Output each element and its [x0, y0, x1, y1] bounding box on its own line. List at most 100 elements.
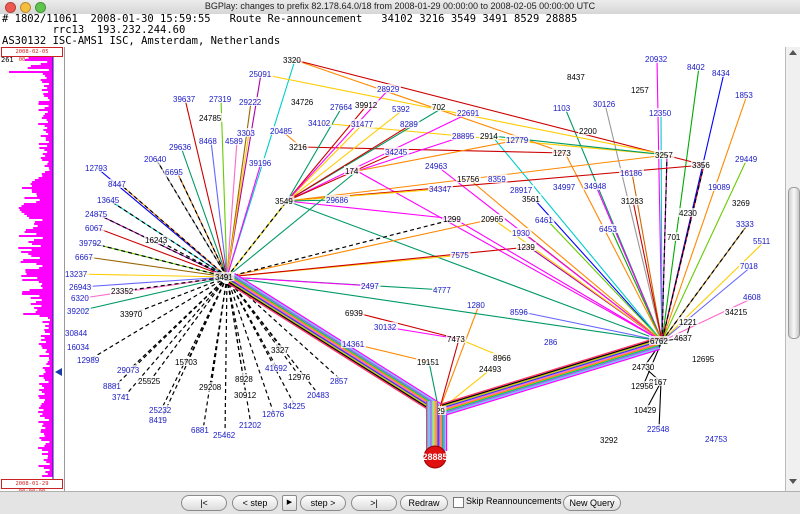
redraw-button[interactable]: Redraw: [400, 495, 448, 511]
as-node-label[interactable]: 28917: [510, 186, 533, 195]
as-node-label[interactable]: 4637: [674, 334, 692, 343]
as-node-label[interactable]: 5511: [753, 237, 771, 246]
as-node-label[interactable]: 3257: [655, 151, 673, 160]
as-node-label[interactable]: 24785: [199, 114, 222, 123]
timeline-panel[interactable]: 2008-02-05 00:00:00 261 2008-01-29 00:00…: [0, 47, 65, 495]
as-node-label[interactable]: 24753: [705, 435, 728, 444]
as-node-label[interactable]: 10429: [634, 406, 657, 415]
timeline-position-marker[interactable]: [55, 368, 62, 376]
as-node-label[interactable]: 3561: [522, 195, 540, 204]
as-node-label[interactable]: 34948: [584, 182, 607, 191]
as-node-label[interactable]: 8434: [712, 69, 730, 78]
scroll-thumb[interactable]: [788, 187, 800, 339]
as-node-label[interactable]: 27664: [330, 103, 353, 112]
as-node-label[interactable]: 6461: [535, 216, 553, 225]
as-node-label[interactable]: 6320: [71, 294, 89, 303]
as-node-label[interactable]: 26943: [69, 283, 92, 292]
as-node-label[interactable]: 3741: [112, 393, 130, 402]
as-node-label[interactable]: 4589: [225, 137, 243, 146]
as-node-label[interactable]: 33970: [120, 310, 143, 319]
as-node-label[interactable]: 34215: [725, 308, 748, 317]
as-node-label[interactable]: 1221: [679, 318, 697, 327]
as-node-label[interactable]: 29222: [239, 98, 262, 107]
as-node-label[interactable]: 6939: [345, 309, 363, 318]
as-node-label[interactable]: 19089: [708, 183, 731, 192]
as-node-label[interactable]: 6695: [165, 168, 183, 177]
as-node-label[interactable]: 29636: [169, 143, 192, 152]
as-node-label[interactable]: 12976: [288, 373, 311, 382]
as-node-label[interactable]: 39792: [79, 239, 102, 248]
as-node-label[interactable]: 27319: [209, 95, 232, 104]
as-node-label[interactable]: 3320: [283, 56, 301, 65]
as-node-label[interactable]: 16034: [67, 343, 90, 352]
as-node-label[interactable]: 6881: [191, 426, 209, 435]
as-node-label[interactable]: 1273: [553, 149, 571, 158]
last-event-button[interactable]: >|: [351, 495, 397, 511]
as-node-label[interactable]: 6453: [599, 225, 617, 234]
as-node-label[interactable]: 8419: [149, 416, 167, 425]
as-node-label[interactable]: 24963: [425, 162, 448, 171]
as-node-label[interactable]: 23352: [111, 287, 134, 296]
as-node-label[interactable]: 8596: [510, 308, 528, 317]
as-node-label[interactable]: 286: [544, 338, 558, 347]
play-button[interactable]: ▶: [282, 495, 297, 511]
as-node-label[interactable]: 12793: [85, 164, 108, 173]
as-node-label[interactable]: 5392: [392, 105, 410, 114]
as-node-label[interactable]: 25232: [149, 406, 172, 415]
next-step-button[interactable]: step >: [300, 495, 346, 511]
as-node-label[interactable]: 1299: [443, 215, 461, 224]
as-node-label[interactable]: 34102: [308, 119, 331, 128]
as-node-label[interactable]: 8928: [235, 375, 253, 384]
as-graph-canvas[interactable]: 3320 25091 28929 39912 34726 27664 5392 702 2269…: [65, 47, 785, 491]
as-node-label[interactable]: 15756: [457, 175, 480, 184]
as-node-label[interactable]: 2497: [361, 282, 379, 291]
as-node-label[interactable]: 34347: [429, 185, 452, 194]
as-node-label[interactable]: 22548: [647, 425, 670, 434]
as-node-label[interactable]: 8359: [488, 175, 506, 184]
graph-scrollbar[interactable]: [785, 47, 800, 491]
as-node-label[interactable]: 31283: [621, 197, 644, 206]
as-node-label[interactable]: 2857: [330, 377, 348, 386]
as-node-label[interactable]: 8402: [687, 63, 705, 72]
as-node-label[interactable]: 30132: [374, 323, 397, 332]
as-node-label[interactable]: 13237: [65, 270, 88, 279]
as-node-label[interactable]: 8437: [567, 73, 585, 82]
as-node-label[interactable]: 3549: [275, 197, 293, 206]
as-node-label[interactable]: 3292: [600, 436, 618, 445]
as-node-label[interactable]: 34726: [291, 98, 314, 107]
as-node-label[interactable]: 1930: [512, 229, 530, 238]
as-node-label[interactable]: 8966: [493, 354, 511, 363]
as-node-label[interactable]: 3491: [215, 273, 233, 282]
as-path-graph[interactable]: 3320 25091 28929 39912 34726 27664 5392 702 2269…: [65, 47, 785, 491]
as-node-label[interactable]: 7473: [447, 335, 465, 344]
as-node-label[interactable]: 29073: [117, 366, 140, 375]
scroll-up-arrow[interactable]: [789, 50, 797, 55]
as-node-label[interactable]: 39637: [173, 95, 196, 104]
as-node-label[interactable]: 12695: [692, 355, 715, 364]
as-node-label[interactable]: 3327: [271, 346, 289, 355]
as-node-label[interactable]: 41692: [265, 364, 288, 373]
as-node-label[interactable]: 31477: [351, 120, 374, 129]
as-node-label[interactable]: 4608: [743, 293, 761, 302]
as-node-label[interactable]: 16186: [620, 169, 643, 178]
as-node-label[interactable]: 1103: [553, 104, 571, 113]
as-node-label[interactable]: 39912: [355, 101, 378, 110]
as-node-label[interactable]: 6667: [75, 253, 93, 262]
as-node-label[interactable]: 34225: [283, 402, 306, 411]
as-node-label[interactable]: 3216: [289, 143, 307, 152]
as-node-label[interactable]: 2914: [480, 132, 498, 141]
as-node-label[interactable]: 1853: [735, 91, 753, 100]
as-node-label[interactable]: 1280: [467, 301, 485, 310]
as-node-label[interactable]: 2200: [579, 127, 597, 136]
as-node-label[interactable]: 16243: [145, 236, 168, 245]
as-node-label[interactable]: 21202: [239, 421, 262, 430]
as-node-label[interactable]: 28895: [452, 132, 475, 141]
as-node-label[interactable]: 8289: [400, 120, 418, 129]
as-node-label[interactable]: 4230: [679, 209, 697, 218]
as-node-label[interactable]: 20965: [481, 215, 504, 224]
as-node-label[interactable]: 15703: [175, 358, 198, 367]
as-node-label[interactable]: 20932: [645, 55, 668, 64]
as-node-label[interactable]: 3356: [692, 161, 710, 170]
as-node-label[interactable]: 25462: [213, 431, 236, 440]
as-node-label[interactable]: 25091: [249, 70, 272, 79]
